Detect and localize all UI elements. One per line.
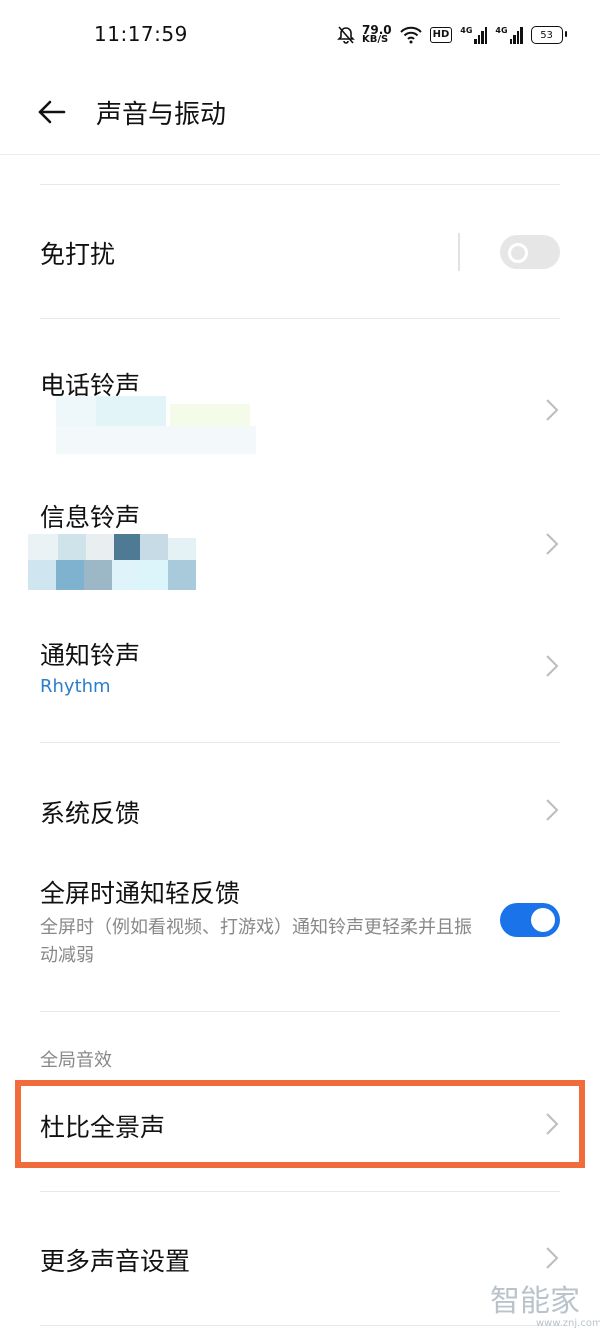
notification-ringtone-value: Rhythm (40, 676, 111, 697)
divider (40, 1325, 560, 1326)
dnd-row[interactable]: 免打扰 (0, 185, 600, 318)
section-label-global-effects: 全局音效 (40, 1050, 112, 1071)
dnd-title: 免打扰 (40, 240, 116, 269)
fullscreen-feedback-toggle[interactable] (500, 903, 560, 937)
divider (40, 742, 560, 743)
status-time: 11:17:59 (94, 22, 188, 46)
bell-off-icon (337, 26, 355, 44)
watermark-url: www.znj.com (536, 1318, 600, 1329)
message-ringtone-title: 信息铃声 (40, 503, 141, 532)
blurred-value (28, 534, 208, 590)
fullscreen-feedback-row[interactable]: 全屏时通知轻反馈 全屏时（例如看视频、打游戏）通知铃声更轻柔并且振动减弱 (0, 860, 600, 1000)
system-feedback-title: 系统反馈 (40, 799, 141, 828)
notification-ringtone-row[interactable]: 通知铃声 Rhythm (0, 616, 600, 736)
divider (40, 1011, 560, 1012)
signal-icon: 4G (460, 26, 488, 44)
status-icons: 79.0 KB/S HD 4G 4G 53 (336, 22, 567, 48)
system-feedback-row[interactable]: 系统反馈 (0, 760, 600, 860)
highlight-box (15, 1080, 585, 1168)
divider (40, 318, 560, 319)
battery-icon: 53 (530, 26, 567, 44)
fullscreen-feedback-title: 全屏时通知轻反馈 (40, 879, 241, 908)
phone-ringtone-row[interactable]: 电话铃声 (0, 340, 600, 470)
chevron-right-icon (546, 655, 559, 677)
back-arrow-icon[interactable] (36, 96, 68, 128)
dnd-toggle[interactable] (500, 235, 560, 269)
hd-voice-icon: HD (429, 27, 453, 43)
network-speed: 79.0 KB/S (362, 23, 392, 45)
page-title: 声音与振动 (96, 100, 227, 130)
app-header: 声音与振动 (0, 70, 600, 155)
divider (40, 1191, 560, 1192)
chevron-right-icon (546, 533, 559, 555)
signal-icon: 4G (495, 26, 523, 44)
wifi-icon (399, 26, 422, 44)
watermark-logo: 智能家 (490, 1284, 580, 1319)
blurred-value (40, 396, 270, 466)
chevron-right-icon (546, 1247, 559, 1269)
status-bar: 11:17:59 79.0 KB/S HD 4G 4G 53 (0, 0, 600, 70)
message-ringtone-row[interactable]: 信息铃声 (0, 478, 600, 608)
notification-ringtone-title: 通知铃声 (40, 641, 141, 670)
separator (458, 233, 460, 271)
more-sound-settings-title: 更多声音设置 (40, 1247, 191, 1276)
fullscreen-feedback-subtitle: 全屏时（例如看视频、打游戏）通知铃声更轻柔并且振动减弱 (40, 917, 472, 966)
chevron-right-icon (546, 799, 559, 821)
chevron-right-icon (546, 399, 559, 421)
